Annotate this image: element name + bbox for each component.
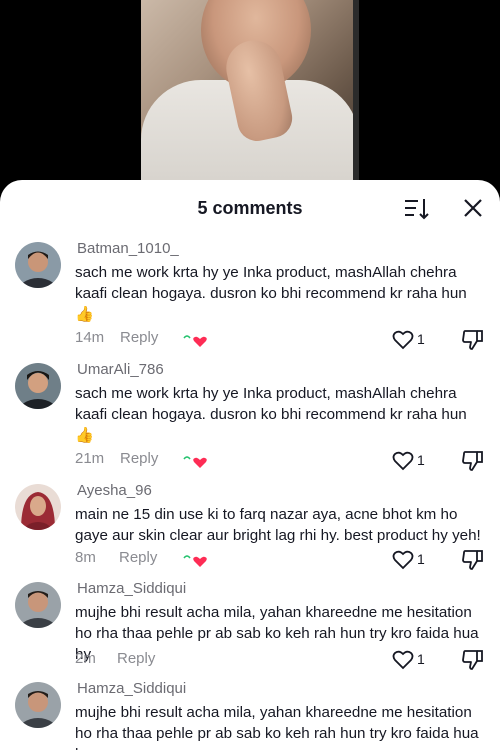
dislike-icon[interactable] <box>462 329 484 351</box>
video-frame-image <box>141 0 359 180</box>
like-heart-icon[interactable] <box>392 650 414 670</box>
comment-username[interactable]: Batman_1010_ <box>77 240 179 257</box>
dislike-icon[interactable] <box>462 450 484 472</box>
comment-meta: 21m Reply <box>75 450 207 470</box>
avatar[interactable] <box>15 682 61 728</box>
close-icon[interactable] <box>462 197 484 219</box>
avatar[interactable] <box>15 484 61 530</box>
like-count: 1 <box>417 551 425 567</box>
like-heart-icon[interactable] <box>392 451 414 471</box>
comment-username[interactable]: UmarAli_786 <box>77 361 164 378</box>
like-count: 1 <box>417 651 425 667</box>
comment-time: 2m <box>75 650 96 667</box>
like-count: 1 <box>417 331 425 347</box>
sort-icon[interactable] <box>404 197 430 221</box>
comment-username[interactable]: Ayesha_96 <box>77 482 152 499</box>
comment-time: 21m <box>75 450 105 467</box>
comment-item: Hamza_Siddiqui mujhe bhi result acha mil… <box>0 580 500 680</box>
avatar[interactable] <box>15 582 61 628</box>
creator-liked-icon <box>183 335 207 347</box>
like-heart-icon[interactable] <box>392 330 414 350</box>
comment-item: Batman_1010_ sach me work krta hy ye Ink… <box>0 240 500 360</box>
video-player[interactable] <box>0 0 500 200</box>
comment-item: Hamza_Siddiqui mujhe bhi result acha mil… <box>0 680 500 750</box>
creator-liked-icon <box>183 456 207 468</box>
comment-meta: 8m Reply <box>75 549 207 569</box>
dislike-icon[interactable] <box>462 549 484 571</box>
comment-item: Ayesha_96 main ne 15 din use ki to farq … <box>0 482 500 580</box>
like-heart-icon[interactable] <box>392 550 414 570</box>
reply-button[interactable]: Reply <box>120 450 158 467</box>
like-count: 1 <box>417 452 425 468</box>
reply-button[interactable]: Reply <box>119 549 157 566</box>
comment-text: mujhe bhi result acha mila, yahan kharee… <box>75 704 479 750</box>
comment-text: sach me work krta hy ye Inka product, ma… <box>75 385 467 444</box>
comment-text: sach me work krta hy ye Inka product, ma… <box>75 264 467 323</box>
avatar[interactable] <box>15 242 61 288</box>
comments-sheet: 5 comments Batman_1010_ sach me work krt… <box>0 180 500 750</box>
comments-header: 5 comments <box>0 180 500 236</box>
comment-username[interactable]: Hamza_Siddiqui <box>77 580 186 597</box>
creator-liked-icon <box>183 555 207 567</box>
comment-item: UmarAli_786 sach me work krta hy ye Inka… <box>0 361 500 481</box>
comment-meta: 2m Reply <box>75 650 175 670</box>
comment-meta: 14m Reply <box>75 329 207 349</box>
reply-button[interactable]: Reply <box>117 650 155 667</box>
dislike-icon[interactable] <box>462 649 484 671</box>
comment-time: 14m <box>75 329 105 346</box>
comment-time: 8m <box>75 549 96 566</box>
comment-text: main ne 15 din use ki to farq nazar aya,… <box>75 506 481 544</box>
avatar[interactable] <box>15 363 61 409</box>
comment-username[interactable]: Hamza_Siddiqui <box>77 680 186 697</box>
reply-button[interactable]: Reply <box>120 329 158 346</box>
video-mirror-edge <box>353 0 359 180</box>
